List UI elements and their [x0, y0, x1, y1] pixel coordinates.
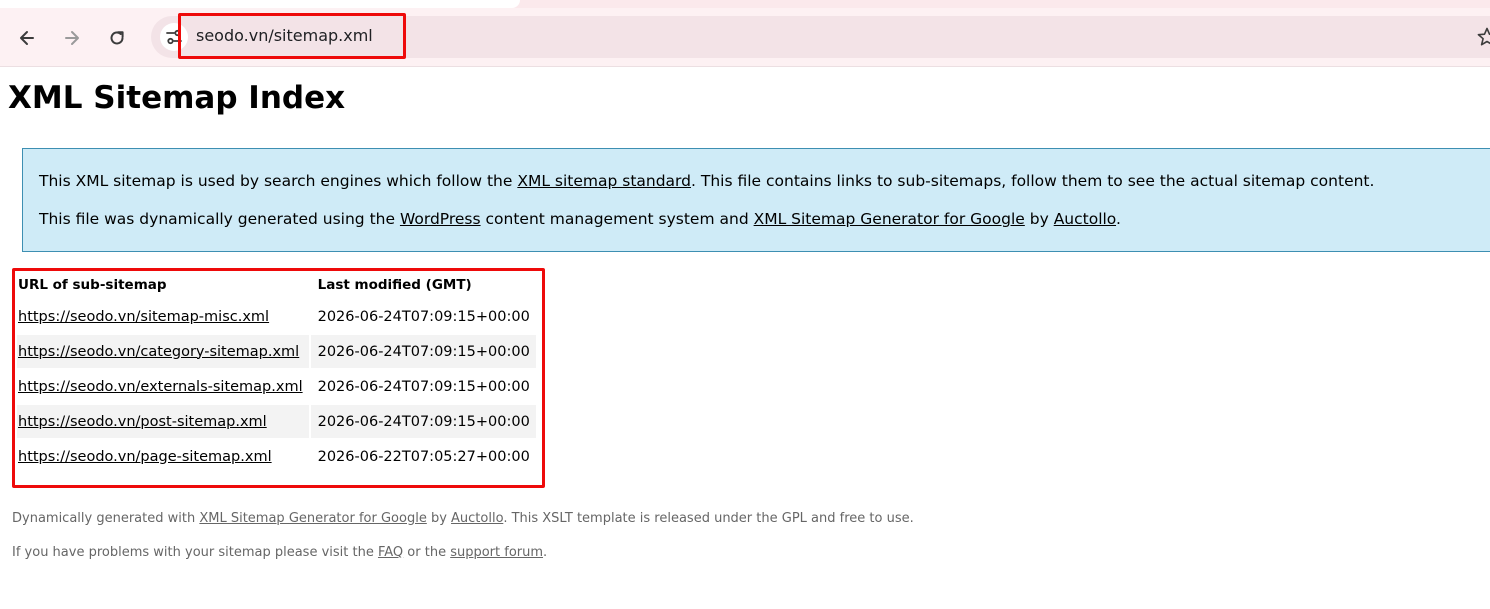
- intro-line-1: This XML sitemap is used by search engin…: [39, 172, 1374, 190]
- intro-text: . This file contains links to sub-sitema…: [691, 172, 1375, 190]
- intro-text: This file was dynamically generated usin…: [39, 210, 400, 228]
- reload-button[interactable]: [101, 22, 133, 54]
- intro-text: .: [1116, 210, 1121, 228]
- footer-text: or the: [403, 545, 451, 560]
- intro-text: This XML sitemap is used by search engin…: [39, 172, 518, 190]
- footer-text: .: [543, 545, 548, 560]
- active-tab[interactable]: [0, 0, 520, 8]
- intro-box: This XML sitemap is used by search engin…: [22, 148, 1490, 252]
- intro-line-2: This file was dynamically generated usin…: [39, 210, 1121, 228]
- generator-link[interactable]: XML Sitemap Generator for Google: [754, 210, 1025, 228]
- arrow-left-icon: [20, 31, 34, 45]
- url-highlight-box: [178, 13, 406, 59]
- footer-text: by: [426, 511, 452, 526]
- footer-line-1: Dynamically generated with XML Sitemap G…: [12, 511, 914, 526]
- page-title: XML Sitemap Index: [8, 80, 346, 116]
- support-forum-link[interactable]: support forum: [450, 545, 543, 560]
- footer-text: If you have problems with your sitemap p…: [12, 545, 378, 560]
- wordpress-link[interactable]: WordPress: [400, 210, 481, 228]
- footer-line-2: If you have problems with your sitemap p…: [12, 545, 547, 560]
- intro-text: content management system and: [480, 210, 754, 228]
- footer-text: . This XSLT template is released under t…: [503, 511, 914, 526]
- table-highlight-box: [12, 268, 545, 488]
- arrow-right-icon: [65, 31, 79, 45]
- auctollo-link[interactable]: Auctollo: [1054, 210, 1116, 228]
- tab-strip: [0, 0, 1490, 8]
- footer-generator-link[interactable]: XML Sitemap Generator for Google: [199, 511, 426, 526]
- footer-text: Dynamically generated with: [12, 511, 200, 526]
- back-button[interactable]: [11, 22, 43, 54]
- footer-auctollo-link[interactable]: Auctollo: [451, 511, 503, 526]
- faq-link[interactable]: FAQ: [378, 545, 403, 560]
- forward-button[interactable]: [56, 22, 88, 54]
- reload-icon: [110, 31, 124, 45]
- intro-text: by: [1024, 210, 1054, 228]
- star-icon[interactable]: [1476, 26, 1490, 48]
- xml-sitemap-standard-link[interactable]: XML sitemap standard: [517, 172, 691, 190]
